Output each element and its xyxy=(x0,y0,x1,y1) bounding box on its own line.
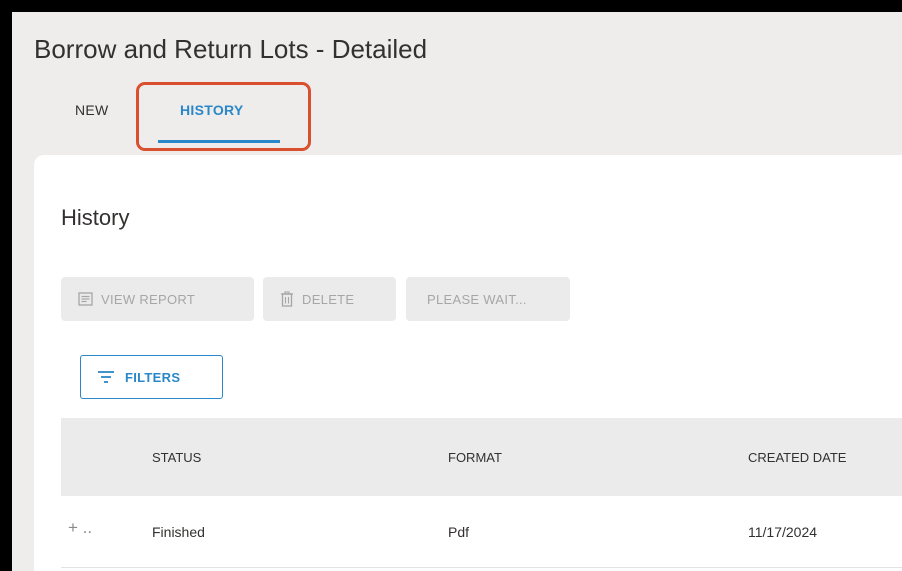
column-header-created-date[interactable]: CREATED DATE xyxy=(748,450,846,465)
trash-icon xyxy=(280,291,294,307)
history-panel: History VIEW REPORT DELETE PLEASE WAIT..… xyxy=(34,155,902,571)
view-report-button[interactable]: VIEW REPORT xyxy=(61,277,254,321)
filters-button[interactable]: FILTERS xyxy=(80,355,223,399)
page-title: Borrow and Return Lots - Detailed xyxy=(34,34,428,64)
document-icon xyxy=(78,292,93,306)
table-row[interactable]: + .. Finished Pdf 11/17/2024 xyxy=(61,496,902,568)
filters-label: FILTERS xyxy=(125,369,181,385)
tab-new[interactable]: NEW xyxy=(75,102,109,118)
section-title: History xyxy=(61,205,130,230)
highlight-annotation xyxy=(136,82,311,151)
filter-lines-icon xyxy=(97,370,115,384)
cell-format: Pdf xyxy=(448,524,470,540)
app-window: Borrow and Return Lots - Detailed NEW HI… xyxy=(12,12,902,571)
please-wait-label: PLEASE WAIT... xyxy=(427,291,527,307)
view-report-label: VIEW REPORT xyxy=(101,291,196,307)
delete-button[interactable]: DELETE xyxy=(263,277,396,321)
expand-row-icon[interactable]: + .. xyxy=(68,518,92,538)
cell-created-date: 11/17/2024 xyxy=(748,524,818,540)
cell-status: Finished xyxy=(152,524,205,540)
table-header: STATUS FORMAT CREATED DATE xyxy=(61,418,902,496)
column-header-status[interactable]: STATUS xyxy=(152,450,201,465)
delete-label: DELETE xyxy=(302,291,355,307)
column-header-format[interactable]: FORMAT xyxy=(448,450,502,465)
please-wait-button[interactable]: PLEASE WAIT... xyxy=(406,277,570,321)
